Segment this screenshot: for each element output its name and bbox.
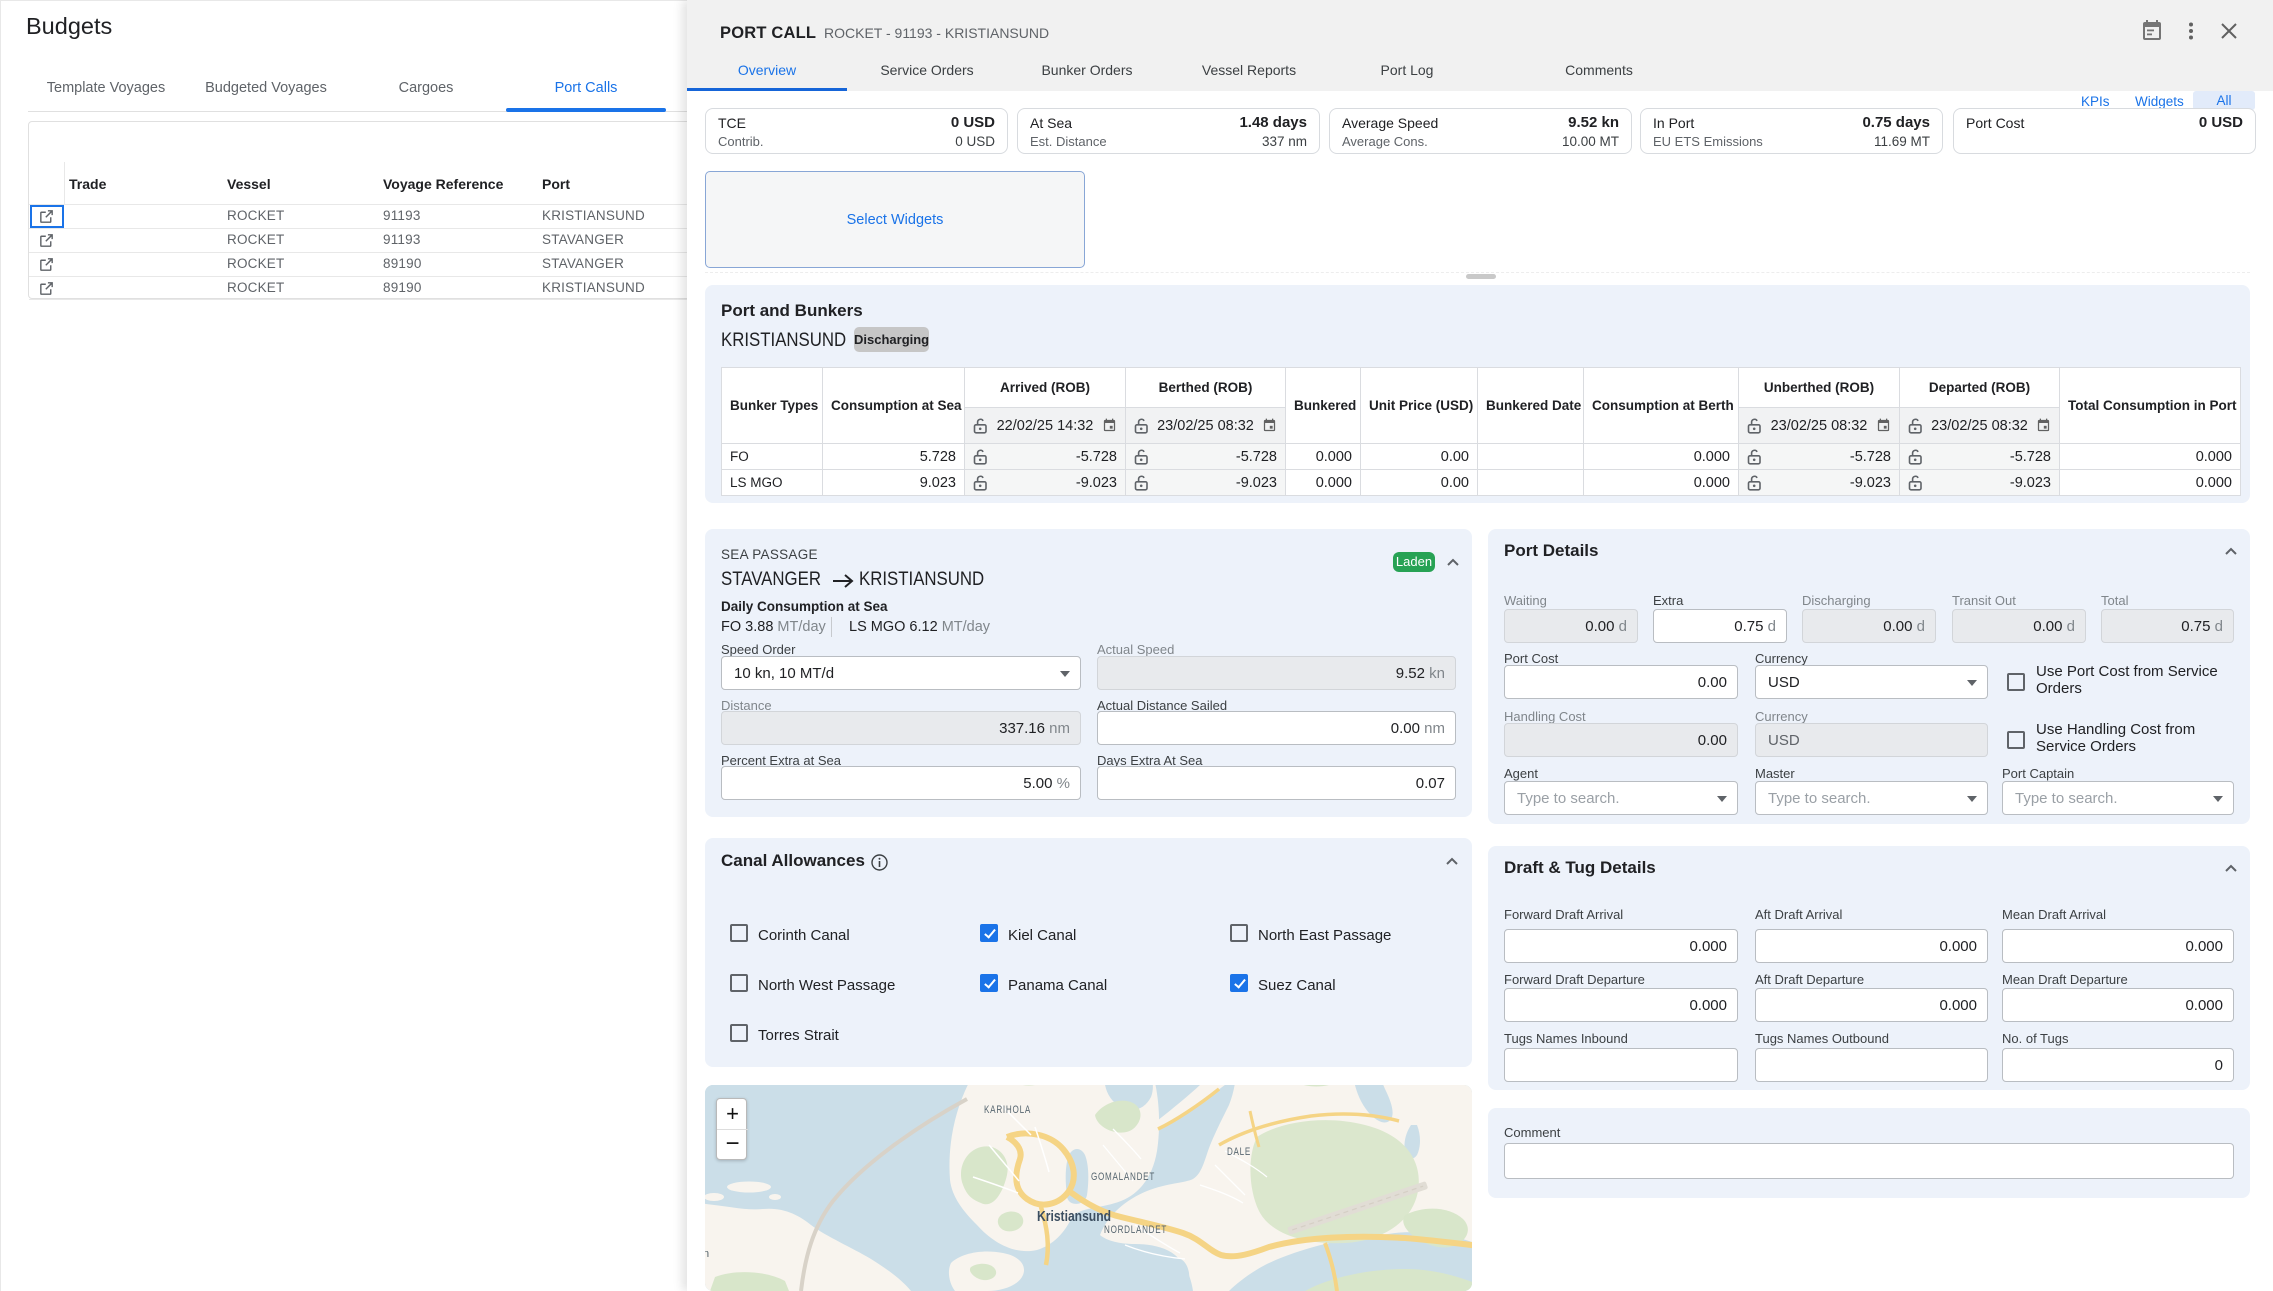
svg-text:Kristiansund: Kristiansund bbox=[1037, 1208, 1111, 1225]
svg-text:NORDLANDET: NORDLANDET bbox=[1104, 1224, 1167, 1236]
svg-text:n: n bbox=[705, 1248, 709, 1260]
svg-text:DALE: DALE bbox=[1227, 1146, 1251, 1158]
svg-text:GOMALANDET: GOMALANDET bbox=[1091, 1171, 1155, 1183]
svg-text:KARIHOLA: KARIHOLA bbox=[984, 1104, 1031, 1116]
